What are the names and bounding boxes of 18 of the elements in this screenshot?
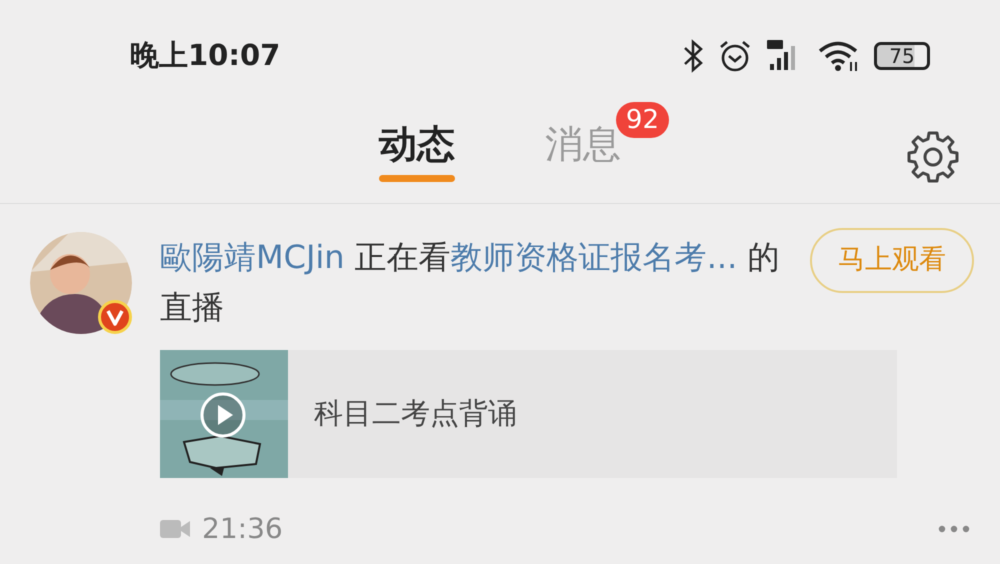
clock-time: 晚上10:07 xyxy=(130,37,280,74)
bluetooth-icon xyxy=(682,39,704,73)
activity-text: 歐陽靖MCJin 正在看教师资格证报名考... 的直播 xyxy=(160,237,780,328)
tab[interactable]: 动态 xyxy=(379,122,455,182)
more-icon[interactable] xyxy=(938,525,970,533)
stream-link[interactable]: 教师资格证报名考... xyxy=(450,238,738,276)
wifi-icon xyxy=(818,40,860,72)
battery-indicator: 75 xyxy=(874,42,930,70)
time-text: 21:36 xyxy=(202,511,283,547)
settings-icon[interactable] xyxy=(906,130,960,184)
live-card[interactable]: 科目二考点背诵 xyxy=(160,350,897,478)
alarm-icon xyxy=(718,39,752,73)
play-icon xyxy=(200,392,246,438)
card-title: 科目二考点背诵 xyxy=(314,395,517,432)
unread-count: 92 xyxy=(616,102,669,138)
watch-button[interactable]: 马上观看 xyxy=(810,228,974,292)
video-icon xyxy=(160,518,190,540)
user-link[interactable]: 歐陽靖MCJin xyxy=(160,238,345,276)
